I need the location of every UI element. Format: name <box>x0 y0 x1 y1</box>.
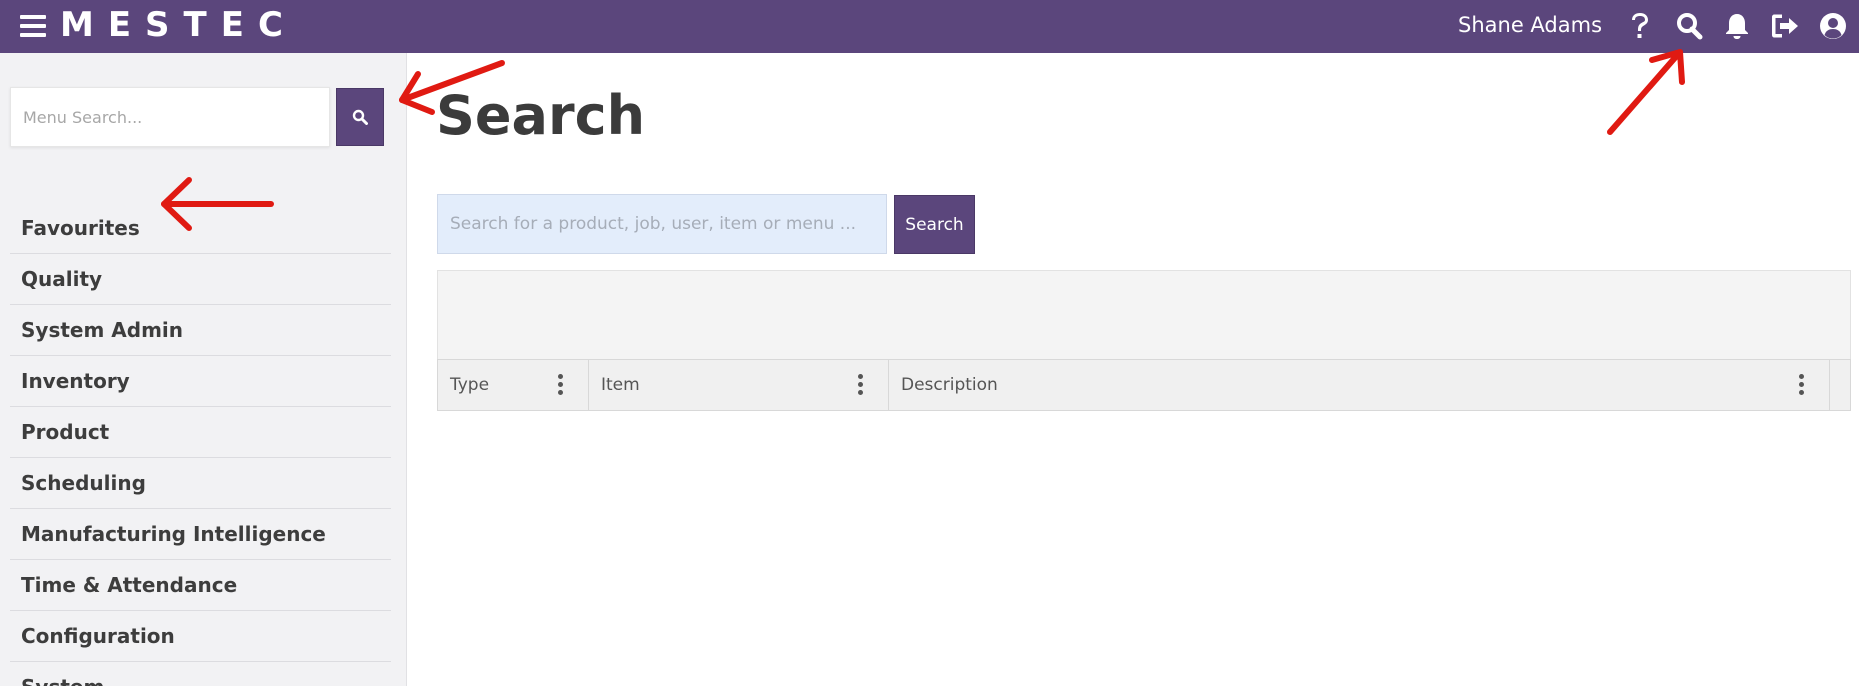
top-bar: MESTEC Shane Adams <box>0 0 1859 53</box>
menu-search-button[interactable] <box>336 88 384 146</box>
sidebar-item-label: System <box>21 675 104 686</box>
search-button[interactable]: Search <box>894 195 975 254</box>
kebab-menu-icon[interactable] <box>558 374 564 398</box>
sidebar-item-favourites[interactable]: Favourites <box>10 203 391 254</box>
sidebar-item-label: Scheduling <box>21 471 146 495</box>
search-icon[interactable] <box>1675 11 1705 41</box>
sidebar-item-label: Favourites <box>21 216 140 240</box>
column-header-spacer <box>1830 360 1850 410</box>
results-panel <box>437 270 1851 360</box>
sidebar-item-inventory[interactable]: Inventory <box>10 356 391 407</box>
column-label: Type <box>450 375 490 395</box>
global-search-input[interactable] <box>437 194 887 254</box>
logout-icon[interactable] <box>1770 11 1800 41</box>
app-logo[interactable]: MESTEC <box>60 5 297 45</box>
sidebar-item-time-attendance[interactable]: Time & Attendance <box>10 560 391 611</box>
sidebar-item-label: Product <box>21 420 110 444</box>
menu-search-input[interactable] <box>10 87 330 147</box>
sidebar-item-label: Inventory <box>21 369 130 393</box>
column-header-type[interactable]: Type <box>438 360 589 410</box>
sidebar-item-label: Time & Attendance <box>21 573 238 597</box>
help-icon[interactable] <box>1625 11 1655 41</box>
column-header-item[interactable]: Item <box>589 360 889 410</box>
sidebar-item-quality[interactable]: Quality <box>10 254 391 305</box>
column-header-description[interactable]: Description <box>889 360 1830 410</box>
search-icon <box>352 109 368 125</box>
sidebar-item-label: Quality <box>21 267 103 291</box>
sidebar-item-manufacturing-intelligence[interactable]: Manufacturing Intelligence <box>10 509 391 560</box>
bell-icon[interactable] <box>1722 11 1752 41</box>
column-label: Item <box>601 375 640 395</box>
sidebar-item-product[interactable]: Product <box>10 407 391 458</box>
user-name[interactable]: Shane Adams <box>1458 13 1602 37</box>
sidebar-item-label: System Admin <box>21 318 184 342</box>
kebab-menu-icon[interactable] <box>1799 374 1805 398</box>
results-table-header: Type Item Description <box>437 359 1851 411</box>
sidebar-item-label: Manufacturing Intelligence <box>21 522 326 546</box>
sidebar-item-configuration[interactable]: Configuration <box>10 611 391 662</box>
sidebar-item-scheduling[interactable]: Scheduling <box>10 458 391 509</box>
sidebar-item-label: Configuration <box>21 624 175 648</box>
sidebar: Favourites Quality System Admin Inventor… <box>0 53 407 686</box>
menu-icon[interactable] <box>20 15 46 37</box>
sidebar-item-system-admin[interactable]: System Admin <box>10 305 391 356</box>
column-label: Description <box>901 375 998 395</box>
sidebar-item-system[interactable]: System <box>10 662 391 686</box>
arrow-to-search-icon <box>1607 49 1685 135</box>
page-title: Search <box>436 84 646 147</box>
sidebar-menu: Favourites Quality System Admin Inventor… <box>10 203 391 686</box>
user-circle-icon[interactable] <box>1818 11 1848 41</box>
kebab-menu-icon[interactable] <box>858 374 864 398</box>
